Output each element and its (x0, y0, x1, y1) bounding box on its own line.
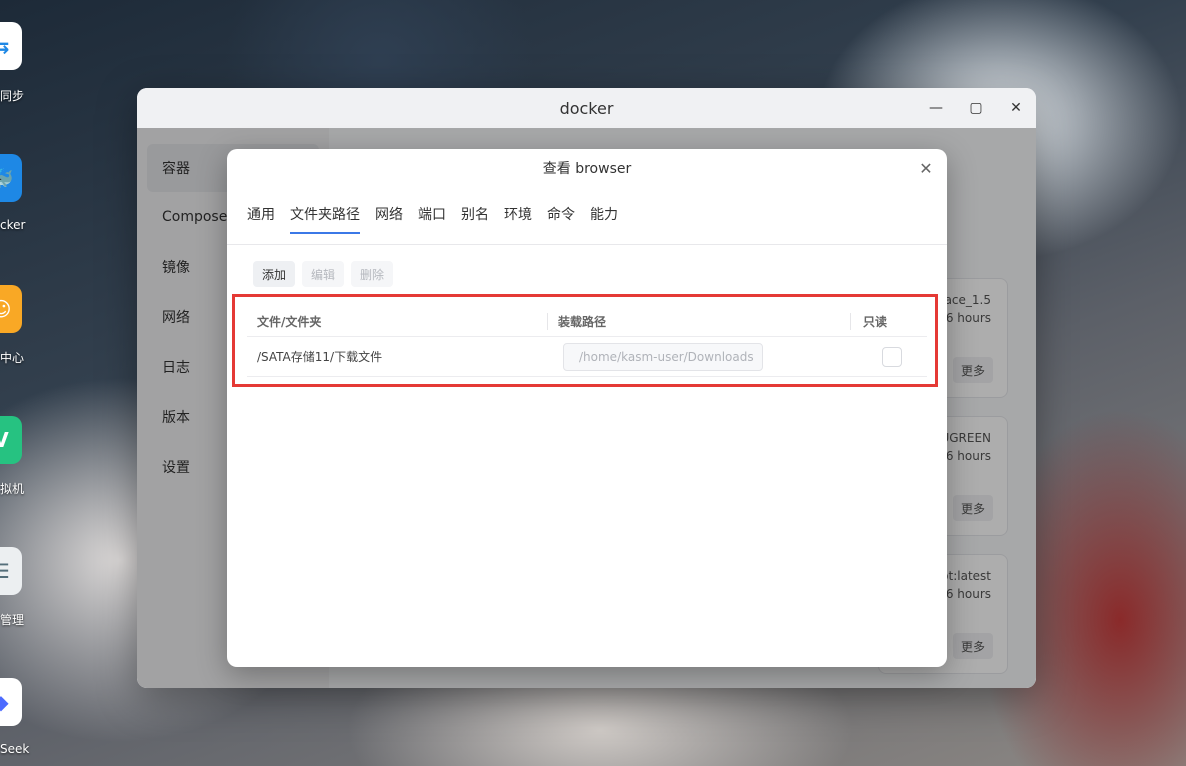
dialog-titlebar: 查看 browser ✕ (227, 149, 947, 187)
toolbar: 添加 编辑 删除 (253, 261, 394, 287)
desktop-label-deepseek: Seek (0, 742, 30, 756)
tab-command[interactable]: 命令 (547, 204, 575, 234)
tab-alias[interactable]: 别名 (461, 204, 489, 234)
tab-ports[interactable]: 端口 (418, 204, 446, 234)
desktop-icon-deepseek[interactable]: ◆ (0, 678, 22, 726)
desktop-icon-sync[interactable]: ⇆ (0, 22, 22, 70)
view-container-dialog: 查看 browser ✕ 通用 文件夹路径 网络 端口 别名 环境 命令 能力 … (227, 149, 947, 667)
tab-network[interactable]: 网络 (375, 204, 403, 234)
desktop-icon-vm[interactable]: V (0, 416, 22, 464)
desktop-icon-storage[interactable]: ☰ (0, 547, 22, 595)
delete-button[interactable]: 删除 (351, 261, 394, 287)
tab-divider (227, 244, 947, 245)
edit-button[interactable]: 编辑 (302, 261, 345, 287)
minimize-icon[interactable]: — (926, 98, 946, 118)
desktop-icon-app-center[interactable]: ☺ (0, 285, 22, 333)
dialog-tabs: 通用 文件夹路径 网络 端口 别名 环境 命令 能力 (247, 204, 633, 234)
desktop-label-vm: 拟机 (0, 482, 25, 496)
storage-manager-icon: ☰ (0, 559, 10, 583)
window-title: docker (559, 98, 614, 118)
tab-folder-path[interactable]: 文件夹路径 (290, 204, 360, 234)
maximize-icon[interactable]: ▢ (966, 98, 986, 118)
dialog-title: 查看 browser (542, 161, 632, 177)
tab-general[interactable]: 通用 (247, 204, 275, 234)
desktop-label-storage: 管理 (0, 613, 25, 627)
desktop-label-sync: 同步 (0, 89, 25, 103)
vm-icon: V (0, 428, 9, 452)
window-titlebar[interactable]: docker — ▢ ✕ (137, 88, 1036, 128)
desktop-icon-docker[interactable]: 🐳 (0, 154, 22, 202)
close-icon[interactable]: ✕ (1006, 98, 1026, 118)
sync-icon: ⇆ (0, 34, 10, 58)
annotation-highlight-box (232, 294, 938, 387)
close-icon[interactable]: ✕ (917, 159, 935, 178)
desktop-label-docker: cker (0, 218, 26, 232)
tab-environment[interactable]: 环境 (504, 204, 532, 234)
add-button[interactable]: 添加 (253, 261, 296, 287)
tab-capabilities[interactable]: 能力 (590, 204, 618, 234)
desktop-label-app-center: 中心 (0, 351, 25, 365)
docker-icon: 🐳 (0, 166, 14, 190)
deepseek-icon: ◆ (0, 690, 9, 714)
app-center-icon: ☺ (0, 297, 12, 321)
